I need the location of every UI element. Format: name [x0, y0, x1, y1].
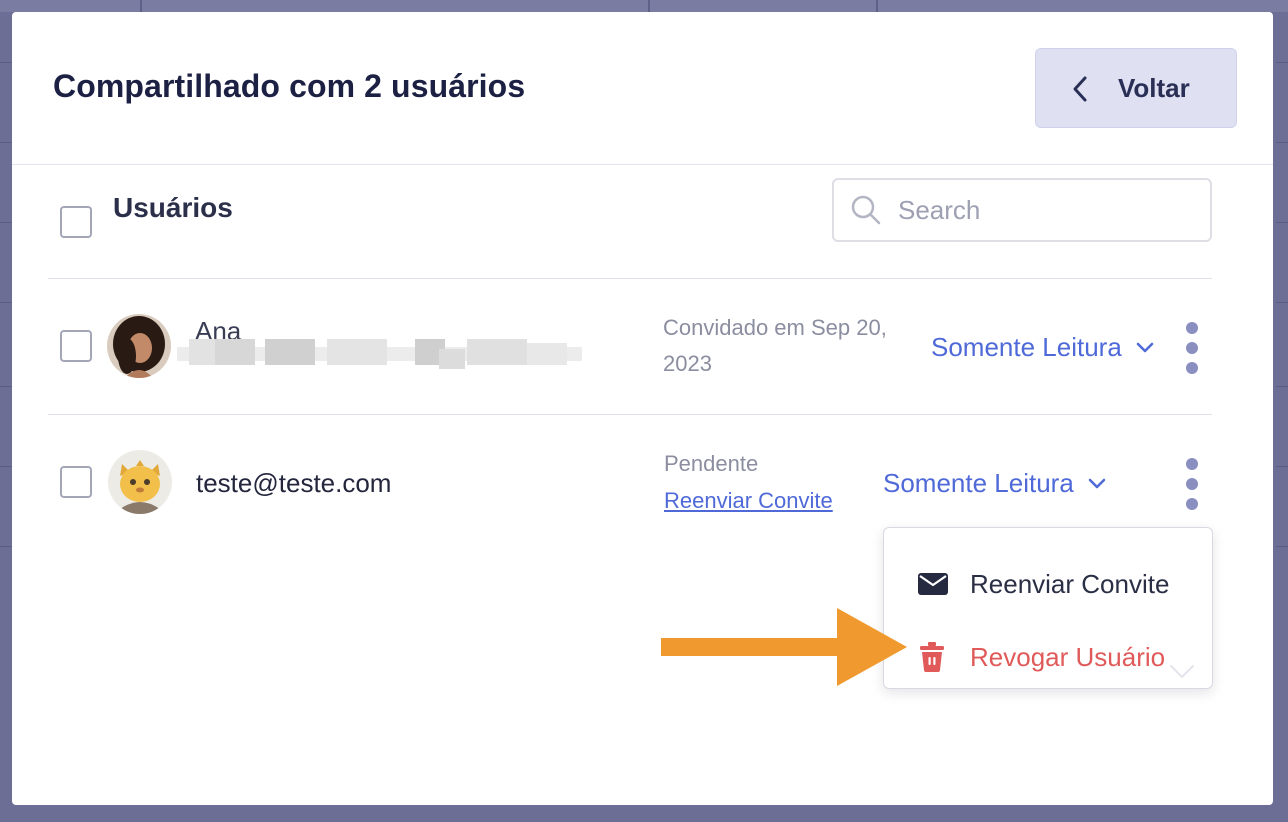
list-divider [48, 278, 1212, 279]
background-divider [140, 0, 142, 12]
kebab-dot [1186, 478, 1198, 490]
background-divider [876, 0, 878, 12]
background-divider [1276, 62, 1288, 63]
row-divider [48, 414, 1212, 415]
row-options-menu-ana[interactable] [1180, 320, 1204, 376]
kebab-dot [1186, 458, 1198, 470]
row-options-menu-teste[interactable] [1180, 456, 1204, 512]
chevron-left-icon [1073, 76, 1087, 102]
kebab-dot [1186, 322, 1198, 334]
annotation-arrow [661, 608, 907, 686]
chevron-down-icon [1136, 342, 1154, 352]
background-divider [0, 62, 12, 63]
row-checkbox-ana[interactable] [60, 330, 92, 362]
menu-item-resend-invite[interactable]: Reenviar Convite [884, 553, 1212, 617]
background-divider [1276, 466, 1288, 467]
search-input[interactable] [898, 192, 1198, 228]
back-button-label: Voltar [1118, 73, 1190, 103]
background-divider [1276, 222, 1288, 223]
resend-invite-link[interactable]: Reenviar Convite [664, 488, 833, 514]
background-divider [0, 546, 12, 547]
avatar [108, 450, 172, 514]
select-all-checkbox[interactable] [60, 206, 92, 238]
blurred-email [177, 337, 582, 369]
background-divider [1276, 546, 1288, 547]
avatar [107, 314, 171, 378]
kebab-dot [1186, 498, 1198, 510]
user-email: teste@teste.com [196, 468, 392, 498]
background-divider [0, 142, 12, 143]
row-checkbox-teste[interactable] [60, 466, 92, 498]
invite-status: Pendente [664, 451, 759, 476]
row-options-dropdown: Reenviar Convite Revogar Usuário [883, 527, 1213, 689]
users-heading: Usuários [113, 192, 233, 223]
role-select-ana[interactable]: Somente Leitura [931, 332, 1154, 363]
background-divider [1276, 142, 1288, 143]
invite-date: Convidado em Sep 20, 2023 [663, 315, 887, 376]
search-box [832, 178, 1212, 242]
background-divider [0, 386, 12, 387]
background-divider [0, 466, 12, 467]
chevron-down-icon [1088, 478, 1106, 488]
modal-title: Compartilhado com 2 usuários [53, 68, 526, 104]
back-button[interactable]: Voltar [1035, 48, 1237, 128]
kebab-dot [1186, 342, 1198, 354]
search-icon [851, 195, 881, 225]
trash-icon [920, 642, 944, 672]
menu-item-revoke-user[interactable]: Revogar Usuário [884, 626, 1212, 690]
background-divider [648, 0, 650, 12]
menu-item-label: Revogar Usuário [970, 642, 1166, 672]
background-app-strip [0, 0, 1288, 12]
chevron-down-icon [1170, 665, 1194, 678]
modal-header: Compartilhado com 2 usuários Voltar [12, 12, 1273, 165]
background-divider [1276, 386, 1288, 387]
background-divider [0, 302, 12, 303]
envelope-icon [918, 573, 948, 595]
menu-item-label: Reenviar Convite [970, 569, 1170, 599]
background-divider [1276, 302, 1288, 303]
background-divider [0, 222, 12, 223]
kebab-dot [1186, 362, 1198, 374]
role-select-teste[interactable]: Somente Leitura [883, 468, 1106, 499]
